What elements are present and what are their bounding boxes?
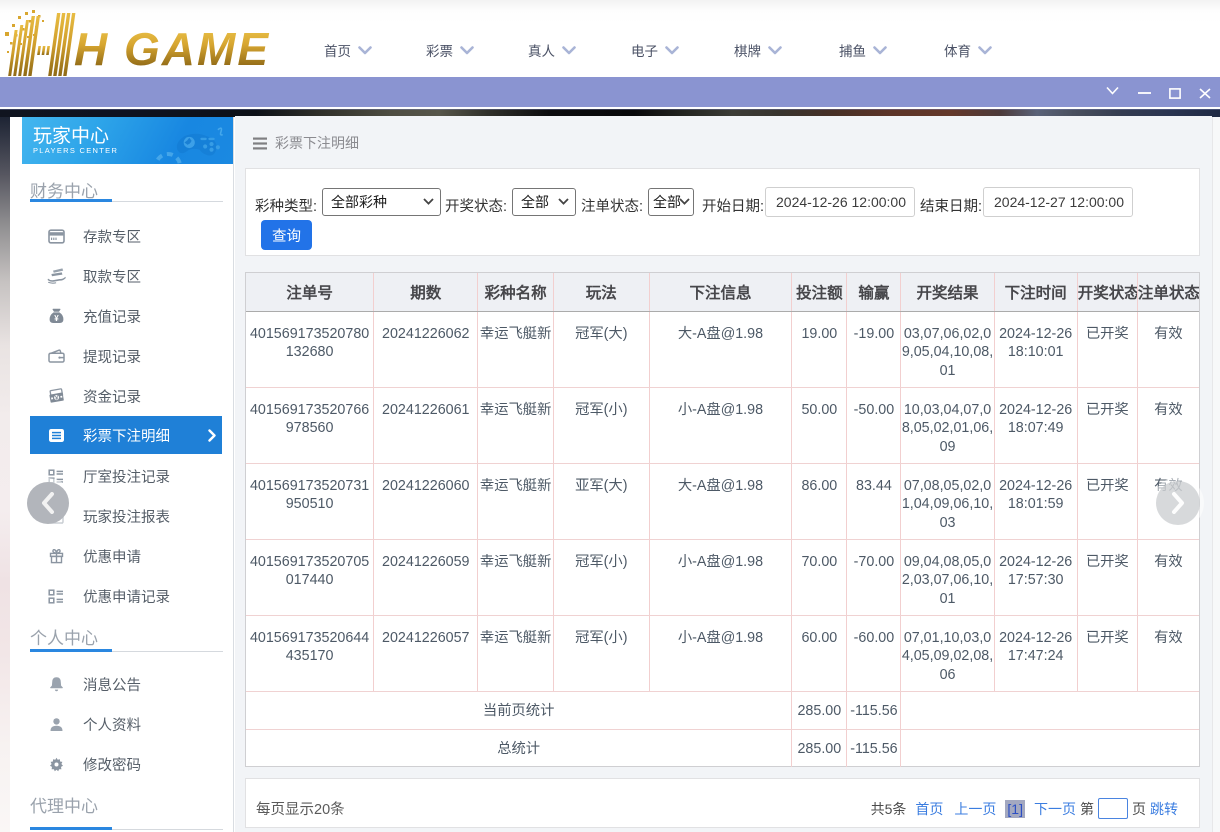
svg-text:¥: ¥ bbox=[54, 314, 59, 323]
svg-text:H GAME: H GAME bbox=[74, 23, 270, 75]
